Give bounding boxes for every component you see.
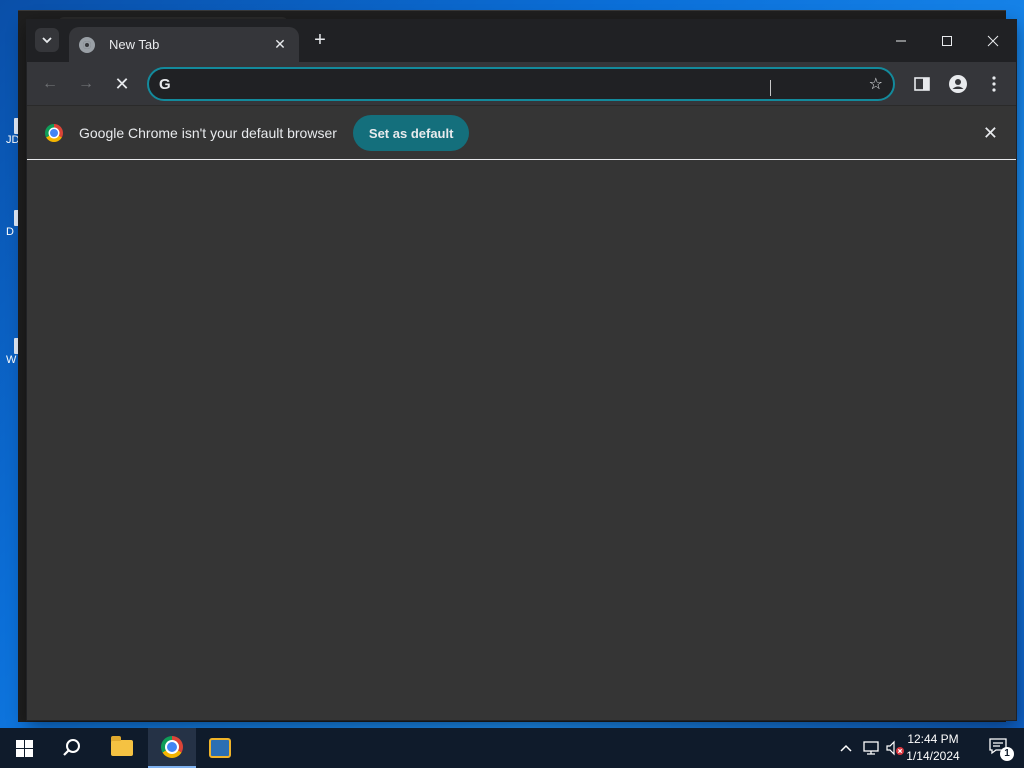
close-window-button[interactable] — [970, 20, 1016, 62]
tab-close-icon[interactable]: ✕ — [271, 36, 289, 53]
set-as-default-button[interactable]: Set as default — [352, 115, 470, 151]
arrow-right-icon: → — [78, 75, 94, 92]
minimize-icon — [896, 40, 906, 42]
stop-icon: ✕ — [114, 73, 130, 94]
notification-count-badge: 1 — [1000, 747, 1014, 761]
bookmark-star-icon[interactable]: ☆ — [869, 74, 883, 94]
title-bar: New Tab ✕ + — [27, 20, 1016, 62]
tab-new-tab[interactable]: New Tab ✕ — [69, 27, 299, 62]
chrome-logo-icon — [45, 124, 63, 142]
back-button[interactable]: ← — [38, 72, 62, 96]
system-clock[interactable]: 12:44 PM 1/14/2024 — [898, 731, 968, 765]
windows-logo-icon — [15, 739, 33, 757]
start-button[interactable] — [0, 728, 48, 768]
search-icon — [63, 739, 80, 756]
arrow-left-icon: ← — [42, 75, 58, 92]
clock-time: 12:44 PM — [907, 732, 959, 746]
network-icon — [863, 741, 879, 755]
forward-button[interactable]: → — [74, 72, 98, 96]
chevron-down-icon — [42, 37, 52, 44]
address-input[interactable] — [185, 76, 869, 92]
network-button[interactable] — [860, 728, 882, 768]
infobar-message: Google Chrome isn't your default browser — [79, 125, 337, 141]
clock-date: 1/14/2024 — [906, 749, 960, 763]
desktop-icon-label: D — [6, 226, 14, 238]
action-center-button[interactable]: 1 — [988, 737, 1014, 761]
side-panel-button[interactable] — [911, 73, 933, 95]
google-search-icon: G — [159, 75, 171, 93]
side-panel-icon — [914, 77, 930, 91]
tab-title: New Tab — [109, 37, 160, 52]
infobar-close-icon[interactable]: ✕ — [983, 123, 998, 144]
chrome-window: New Tab ✕ + ← → ✕ G ☆ Google Chrome isn'… — [27, 20, 1016, 720]
address-bar[interactable]: G ☆ — [147, 67, 895, 101]
maximize-button[interactable] — [924, 20, 970, 62]
profile-button[interactable] — [947, 73, 969, 95]
new-tab-button[interactable]: + — [309, 30, 331, 52]
default-browser-infobar: Google Chrome isn't your default browser… — [27, 107, 1016, 160]
chrome-icon — [161, 736, 183, 758]
text-cursor — [770, 80, 772, 96]
kebab-menu-icon — [992, 76, 996, 92]
file-explorer-button[interactable] — [98, 728, 146, 768]
taskbar: 12:44 PM 1/14/2024 1 — [0, 728, 1024, 768]
profile-avatar-icon — [949, 75, 967, 93]
virtualbox-icon — [209, 738, 231, 758]
app-taskbar-button[interactable] — [196, 728, 244, 768]
search-button[interactable] — [48, 728, 96, 768]
folder-icon — [111, 736, 133, 756]
chrome-taskbar-button[interactable] — [148, 728, 196, 768]
new-tab-favicon-icon — [79, 36, 95, 53]
menu-button[interactable] — [983, 73, 1005, 95]
desktop-icon-label: W — [6, 354, 17, 366]
close-icon — [987, 35, 999, 47]
chevron-up-icon — [840, 744, 852, 752]
stop-loading-button[interactable]: ✕ — [110, 72, 134, 96]
show-hidden-icons-button[interactable] — [836, 728, 856, 768]
page-content — [27, 161, 1016, 720]
minimize-button[interactable] — [878, 20, 924, 62]
toolbar: ← → ✕ G ☆ — [27, 62, 1016, 106]
maximize-icon — [942, 36, 952, 46]
tab-search-button[interactable] — [35, 28, 59, 52]
